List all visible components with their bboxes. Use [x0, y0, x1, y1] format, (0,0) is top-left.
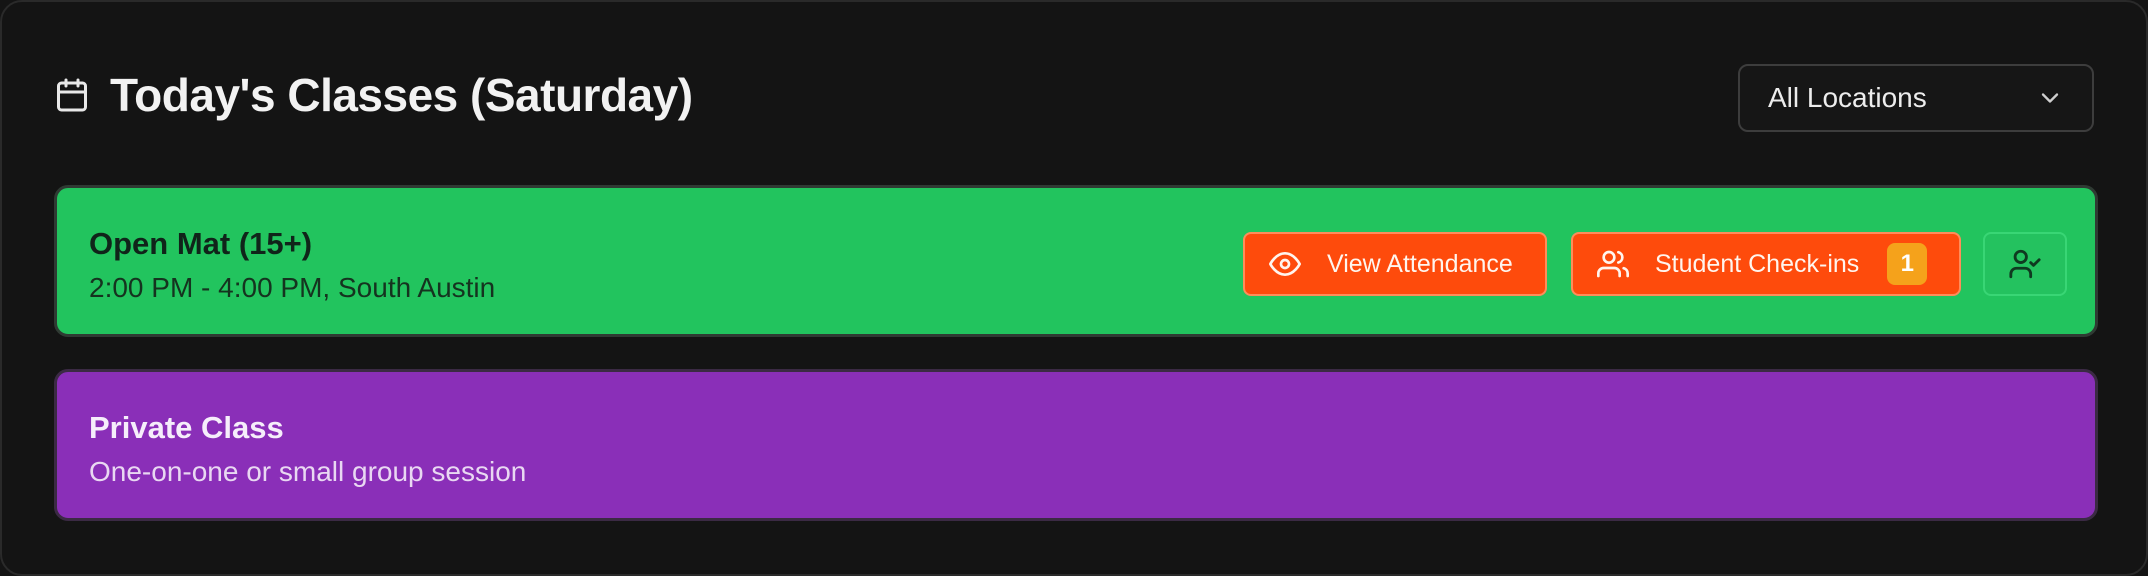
chevron-down-icon — [2041, 93, 2059, 103]
panel-header: Today's Classes (Saturday) All Locations — [54, 64, 2094, 136]
class-details: One-on-one or small group session — [89, 456, 527, 487]
users-icon — [1597, 250, 1629, 278]
page-title: Today's Classes (Saturday) — [110, 69, 693, 121]
location-select-value: All Locations — [1768, 82, 1927, 113]
class-name: Private Class — [89, 410, 284, 445]
eye-icon — [1269, 252, 1301, 276]
location-select[interactable]: All Locations — [1738, 64, 2094, 132]
mark-attendance-button[interactable] — [1983, 232, 2067, 296]
class-card-open-mat[interactable]: Open Mat (15+) 2:00 PM - 4:00 PM, South … — [54, 185, 2098, 337]
class-card-private-class[interactable]: Private Class One-on-one or small group … — [54, 369, 2098, 521]
class-details: 2:00 PM - 4:00 PM, South Austin — [89, 272, 496, 303]
student-checkins-button[interactable]: Student Check-ins 1 — [1571, 232, 1961, 296]
todays-classes-panel: Today's Classes (Saturday) All Locations… — [0, 0, 2148, 576]
calendar-icon — [57, 78, 87, 112]
user-check-icon — [2009, 249, 2041, 279]
view-attendance-button[interactable]: View Attendance — [1243, 232, 1547, 296]
class-name: Open Mat (15+) — [89, 226, 313, 261]
checkins-count-badge: 1 — [1887, 243, 1928, 285]
view-attendance-label: View Attendance — [1327, 249, 1513, 278]
student-checkins-label: Student Check-ins — [1655, 249, 1860, 278]
